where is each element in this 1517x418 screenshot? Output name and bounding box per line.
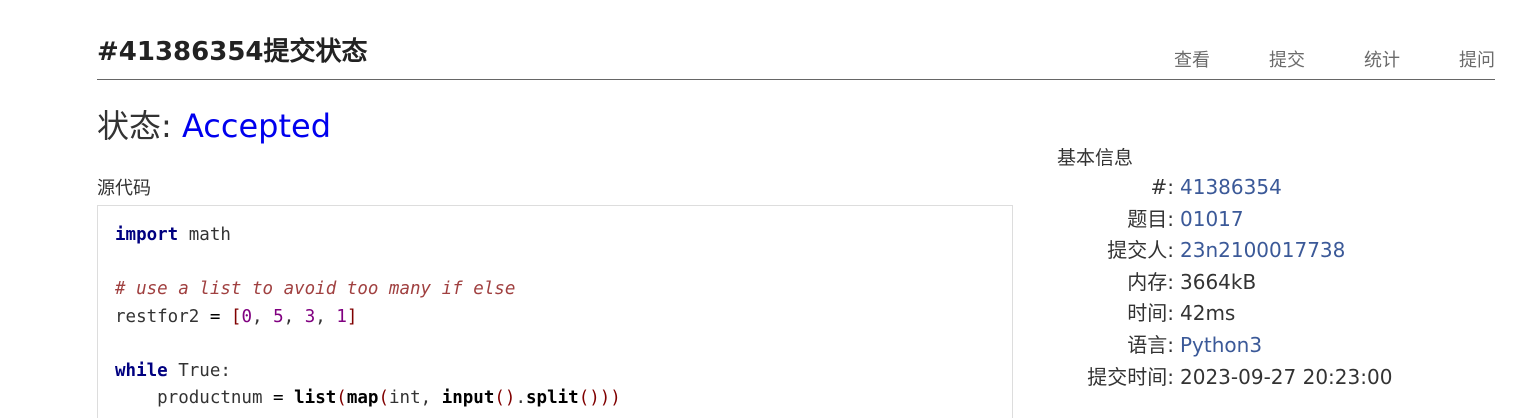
info-value-language[interactable]: Python3 [1180, 330, 1262, 362]
page-title: #41386354提交状态 [97, 37, 368, 67]
info-key-submitter: 提交人: [1107, 238, 1174, 263]
info-key-id: #: [1150, 175, 1175, 199]
nav-submit-link[interactable]: 提交 [1210, 48, 1305, 74]
info-value-memory: 3664kB [1180, 269, 1257, 294]
source-code-block[interactable]: import math # use a list to avoid too ma… [97, 205, 1013, 418]
info-row-id: #: 41386354 [1057, 172, 1497, 204]
status-value[interactable]: Accepted [182, 107, 331, 145]
code-line-1: import math [115, 225, 231, 245]
info-row-memory: 内存: 3664kB [1057, 267, 1497, 299]
info-row-problem: 题目: 01017 [1057, 204, 1497, 236]
info-key-language: 语言: [1127, 332, 1174, 357]
info-key-memory: 内存: [1127, 269, 1174, 294]
info-value-id[interactable]: 41386354 [1180, 172, 1282, 204]
nav-view-link[interactable]: 查看 [1115, 48, 1210, 74]
nav-ask-link[interactable]: 提问 [1400, 48, 1495, 74]
info-key-problem: 题目: [1127, 206, 1174, 231]
status-heading: 状态: Accepted [97, 104, 331, 148]
top-nav: 查看 提交 统计 提问 [1115, 48, 1495, 74]
info-row-submit-time: 提交时间: 2023-09-27 20:23:00 [1057, 362, 1497, 394]
page-header: #41386354提交状态 查看 提交 统计 提问 [97, 34, 1495, 80]
info-value-problem[interactable]: 01017 [1180, 204, 1244, 236]
code-content: import math # use a list to avoid too ma… [98, 206, 1012, 412]
info-row-submitter: 提交人: 23n2100017738 [1057, 235, 1497, 267]
code-line-3: # use a list to avoid too many if else [115, 279, 516, 300]
code-line-7: productnum = list(map(int, input().split… [115, 388, 621, 409]
info-row-language: 语言: Python3 [1057, 330, 1497, 362]
nav-statistics-link[interactable]: 统计 [1305, 48, 1400, 74]
source-code-label: 源代码 [97, 178, 151, 199]
info-value-submitter[interactable]: 23n2100017738 [1180, 235, 1345, 267]
info-row-time: 时间: 42ms [1057, 298, 1497, 330]
info-key-submit-time: 提交时间: [1087, 364, 1174, 389]
code-line-4: restfor2 = [0, 5, 3, 1] [115, 306, 358, 327]
code-line-6: while True: [115, 361, 231, 382]
info-value-submit-time: 2023-09-27 20:23:00 [1180, 364, 1393, 389]
status-label: 状态: [97, 107, 182, 145]
basic-info-panel: 基本信息 #: 41386354 题目: 01017 提交人: 23n2100017738… [1057, 144, 1497, 393]
info-value-time: 42ms [1180, 301, 1236, 326]
basic-info-title: 基本信息 [1057, 147, 1134, 169]
basic-info-rows: #: 41386354 题目: 01017 提交人: 23n2100017738 内存: 36… [1057, 172, 1497, 393]
info-key-time: 时间: [1127, 301, 1174, 326]
submission-status-page: #41386354提交状态 查看 提交 统计 提问 状态: Accepted 源… [0, 0, 1517, 418]
